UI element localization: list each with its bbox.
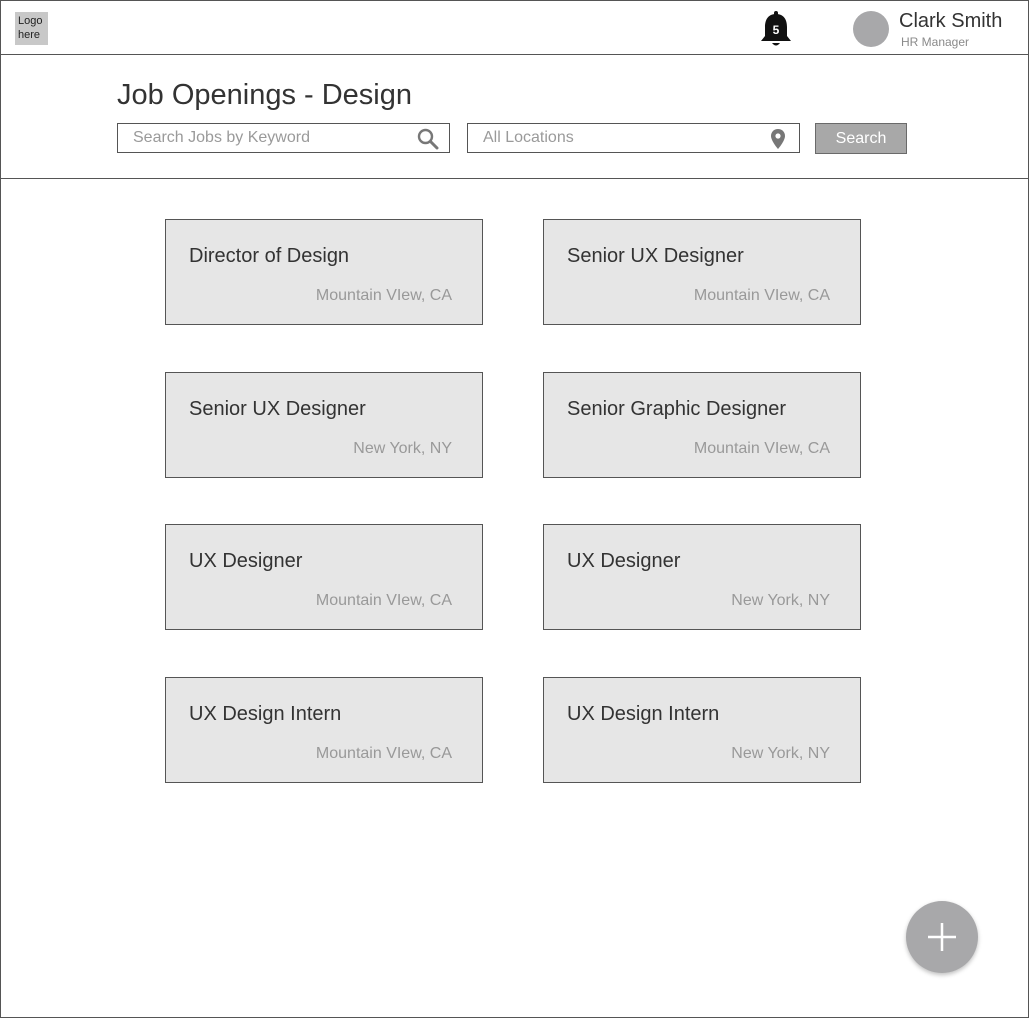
job-location: Mountain VIew, CA <box>315 592 452 609</box>
keyword-search-field <box>117 123 450 153</box>
user-role: HR Manager <box>901 35 970 49</box>
job-title: Senior Graphic Designer <box>567 398 786 420</box>
job-title: Senior UX Designer <box>567 245 744 267</box>
app-frame: Logo here 5 Clark Smith HR Manager Job O… <box>0 0 1029 1018</box>
notifications-button[interactable]: 5 <box>759 10 793 48</box>
job-card[interactable]: Senior UX Designer Mountain VIew, CA <box>543 219 861 325</box>
user-name: Clark Smith <box>899 10 1003 32</box>
keyword-search-input[interactable] <box>118 124 449 152</box>
job-location: Mountain VIew, CA <box>315 287 452 304</box>
job-card[interactable]: UX Designer New York, NY <box>543 524 861 630</box>
logo-placeholder: Logo here <box>15 12 48 45</box>
page-header: Job Openings - Design Search <box>1 55 1028 179</box>
job-title: Director of Design <box>189 245 350 267</box>
avatar[interactable] <box>853 11 889 47</box>
job-location: Mountain VIew, CA <box>315 745 452 762</box>
magnifier-icon[interactable] <box>417 128 439 150</box>
job-location: New York, NY <box>731 592 830 609</box>
job-title: UX Designer <box>189 550 303 572</box>
job-card[interactable]: UX Design Intern Mountain VIew, CA <box>165 677 483 783</box>
top-bar: Logo here 5 Clark Smith HR Manager <box>1 1 1028 55</box>
job-location: Mountain VIew, CA <box>693 287 830 304</box>
notification-count-badge: 5 <box>772 23 780 37</box>
job-title: UX Designer <box>567 550 681 572</box>
job-location: New York, NY <box>353 440 452 457</box>
job-title: UX Design Intern <box>567 703 720 725</box>
job-title: Senior UX Designer <box>189 398 366 420</box>
job-title: UX Design Intern <box>189 703 342 725</box>
plus-icon <box>928 923 956 951</box>
job-card[interactable]: UX Design Intern New York, NY <box>543 677 861 783</box>
job-card[interactable]: Senior UX Designer New York, NY <box>165 372 483 478</box>
location-input[interactable] <box>468 124 799 152</box>
location-search-field <box>467 123 800 153</box>
job-location: New York, NY <box>731 745 830 762</box>
job-card[interactable]: UX Designer Mountain VIew, CA <box>165 524 483 630</box>
job-card[interactable]: Director of Design Mountain VIew, CA <box>165 219 483 325</box>
map-pin-icon[interactable] <box>770 128 786 150</box>
page-title: Job Openings - Design <box>117 79 412 111</box>
search-button[interactable]: Search <box>815 123 907 154</box>
job-card[interactable]: Senior Graphic Designer Mountain VIew, CA <box>543 372 861 478</box>
job-location: Mountain VIew, CA <box>693 440 830 457</box>
add-job-button[interactable] <box>906 901 978 973</box>
